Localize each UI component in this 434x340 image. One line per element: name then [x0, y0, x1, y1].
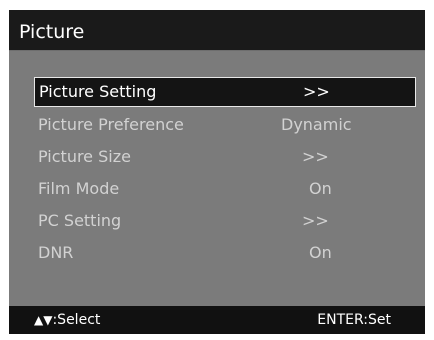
footer-bar: ▲▼:Select ENTER:Set	[9, 306, 425, 334]
select-hint-text: :Select	[52, 312, 101, 328]
menu-item-film-mode[interactable]: Film Mode On	[34, 175, 416, 205]
menu-item-label: DNR	[38, 243, 74, 262]
menu-item-label: PC Setting	[38, 211, 122, 230]
menu-item-picture-setting[interactable]: Picture Setting >>	[34, 77, 416, 107]
menu-item-value: Dynamic	[281, 115, 352, 134]
menu-title: Picture	[19, 21, 85, 43]
picture-menu-osd: Picture Picture Setting >> Picture Prefe…	[9, 10, 425, 334]
menu-body: Picture Setting >> Picture Preference Dy…	[9, 51, 425, 306]
select-hint: ▲▼:Select	[34, 312, 100, 329]
menu-item-label: Picture Setting	[39, 82, 157, 101]
menu-item-pc-setting[interactable]: PC Setting >>	[34, 207, 416, 237]
submenu-arrow: >>	[302, 147, 329, 166]
up-down-arrows-icon: ▲▼	[34, 313, 53, 327]
submenu-arrow: >>	[302, 211, 329, 230]
menu-item-value: On	[309, 243, 332, 262]
menu-item-label: Film Mode	[38, 179, 120, 198]
menu-item-picture-preference[interactable]: Picture Preference Dynamic	[34, 111, 416, 141]
enter-set-hint: ENTER:Set	[317, 312, 391, 328]
submenu-arrow: >>	[303, 82, 330, 101]
menu-item-value: On	[309, 179, 332, 198]
menu-item-dnr[interactable]: DNR On	[34, 239, 416, 269]
menu-item-label: Picture Preference	[38, 115, 184, 134]
menu-item-label: Picture Size	[38, 147, 131, 166]
title-bar: Picture	[9, 10, 425, 49]
menu-item-picture-size[interactable]: Picture Size >>	[34, 143, 416, 173]
